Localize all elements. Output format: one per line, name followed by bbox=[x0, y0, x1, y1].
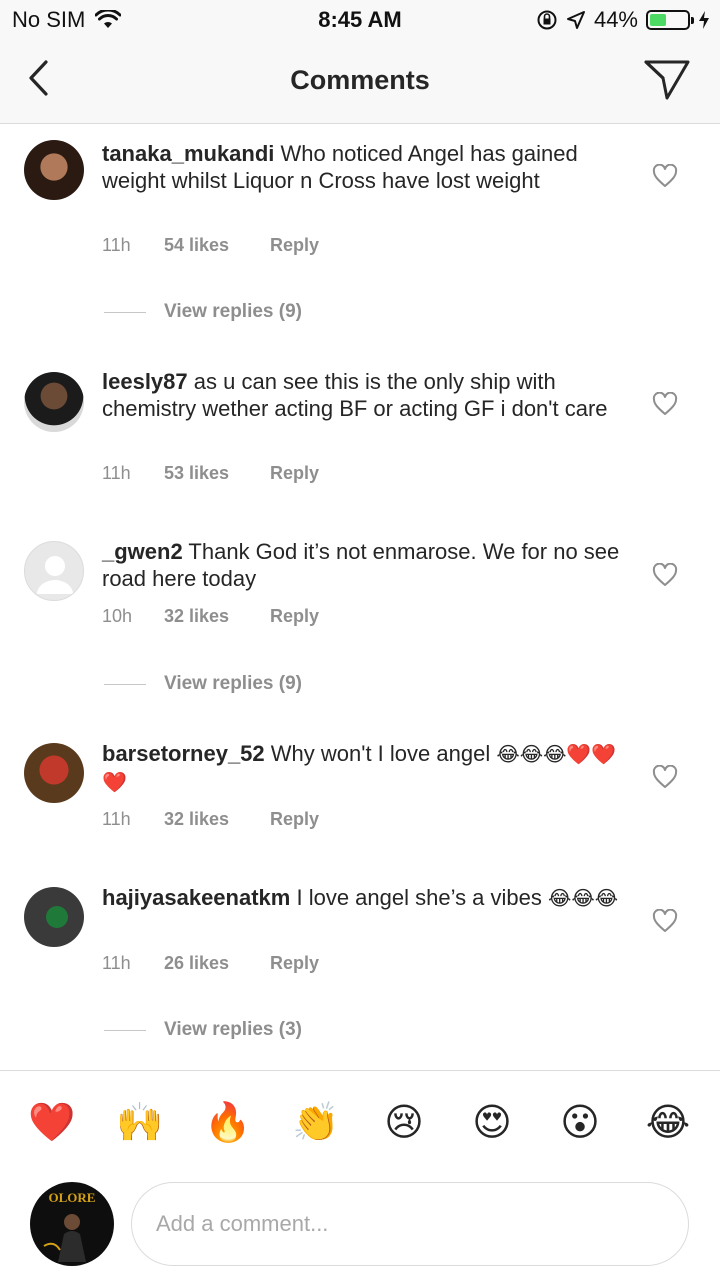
comment-meta: 11h 53 likes Reply bbox=[102, 463, 319, 484]
comment-meta: 10h 32 likes Reply bbox=[102, 606, 319, 627]
comment-input[interactable] bbox=[131, 1182, 689, 1266]
quick-emoji-heart[interactable]: ❤️ bbox=[28, 1098, 76, 1146]
avatar[interactable] bbox=[24, 140, 84, 200]
nav-bar: Comments bbox=[0, 40, 720, 124]
comment-time: 11h bbox=[102, 235, 131, 255]
comment-body: Why won't I love angel bbox=[270, 741, 491, 766]
reply-button[interactable]: Reply bbox=[270, 606, 319, 627]
default-avatar[interactable] bbox=[24, 541, 84, 601]
comment-body: I love angel she’s a vibes bbox=[296, 885, 542, 910]
comment-text: hajiyasakeenatkm I love angel she’s a vi… bbox=[102, 884, 632, 912]
replies-divider-line bbox=[104, 1029, 146, 1031]
comment-time: 10h bbox=[102, 606, 133, 626]
quick-emoji-heart-eyes[interactable]: 😍 bbox=[468, 1098, 516, 1146]
comment-likes[interactable]: 54 likes bbox=[164, 235, 270, 256]
heart-icon[interactable] bbox=[652, 164, 678, 188]
replies-divider-line bbox=[104, 311, 146, 313]
comment-username[interactable]: barsetorney_52 bbox=[102, 741, 265, 766]
avatar[interactable] bbox=[24, 743, 84, 803]
view-replies-label: View replies (9) bbox=[164, 673, 302, 694]
page-title: Comments bbox=[290, 65, 430, 95]
user-silhouette-icon bbox=[37, 556, 73, 594]
reply-button[interactable]: Reply bbox=[270, 809, 319, 830]
status-bar: No SIM 8:45 AM 44% bbox=[0, 0, 720, 40]
reply-button[interactable]: Reply bbox=[270, 463, 319, 484]
quick-emoji-raised-hands[interactable]: 🙌 bbox=[116, 1098, 164, 1146]
comment-time: 11h bbox=[102, 463, 131, 483]
comment-likes[interactable]: 53 likes bbox=[164, 463, 270, 484]
quick-emoji-laughing[interactable]: 😂 bbox=[644, 1098, 692, 1146]
comment-likes[interactable]: 26 likes bbox=[164, 953, 270, 974]
location-arrow-icon bbox=[566, 11, 585, 29]
heart-icon[interactable] bbox=[652, 765, 678, 789]
battery-icon bbox=[646, 10, 694, 30]
comment-meta: 11h 32 likes Reply bbox=[102, 809, 319, 830]
avatar[interactable] bbox=[24, 372, 84, 432]
reply-button[interactable]: Reply bbox=[270, 953, 319, 974]
replies-divider-line bbox=[104, 683, 146, 685]
quick-emoji-fire[interactable]: 🔥 bbox=[204, 1098, 252, 1146]
battery-percent: 44% bbox=[593, 7, 638, 32]
status-right: 44% bbox=[536, 7, 710, 33]
comment-likes[interactable]: 32 likes bbox=[164, 606, 270, 627]
heart-icon[interactable] bbox=[652, 563, 678, 587]
view-replies-button[interactable]: View replies (9) bbox=[104, 673, 302, 695]
quick-emoji-surprised[interactable]: 😮 bbox=[556, 1098, 604, 1146]
composer-avatar-art: OLORE bbox=[43, 1190, 96, 1262]
comment-username[interactable]: _gwen2 bbox=[102, 539, 183, 564]
comment-text: _gwen2 Thank God it’s not enmarose. We f… bbox=[102, 538, 632, 592]
comment-meta: 11h 26 likes Reply bbox=[102, 953, 319, 974]
quick-emoji-crying[interactable]: 😢 bbox=[380, 1098, 428, 1146]
view-replies-label: View replies (9) bbox=[164, 301, 302, 322]
bottom-divider bbox=[0, 1070, 720, 1071]
battery-level bbox=[650, 14, 666, 26]
charging-bolt-icon bbox=[699, 11, 709, 29]
heart-icon[interactable] bbox=[652, 909, 678, 933]
comment-text: leesly87 as u can see this is the only s… bbox=[102, 368, 632, 422]
comment-username[interactable]: leesly87 bbox=[102, 369, 188, 394]
avatar[interactable] bbox=[24, 887, 84, 947]
view-replies-label: View replies (3) bbox=[164, 1019, 302, 1040]
comment-time: 11h bbox=[102, 953, 131, 973]
quick-emoji-clapping[interactable]: 👏 bbox=[292, 1098, 340, 1146]
svg-text:OLORE: OLORE bbox=[49, 1190, 96, 1205]
orientation-lock-icon bbox=[537, 10, 557, 30]
composer-avatar[interactable]: OLORE bbox=[30, 1182, 114, 1266]
paper-plane-icon[interactable] bbox=[642, 56, 692, 102]
comment-emojis: 😂😂😂 bbox=[548, 886, 619, 910]
reply-button[interactable]: Reply bbox=[270, 235, 319, 256]
view-replies-button[interactable]: View replies (3) bbox=[104, 1019, 302, 1041]
comment-username[interactable]: hajiyasakeenatkm bbox=[102, 885, 290, 910]
comment-meta: 11h 54 likes Reply bbox=[102, 235, 319, 256]
view-replies-button[interactable]: View replies (9) bbox=[104, 301, 302, 323]
comment-text: tanaka_mukandi Who noticed Angel has gai… bbox=[102, 140, 632, 194]
comment-username[interactable]: tanaka_mukandi bbox=[102, 141, 274, 166]
quick-reaction-bar: ❤️ 🙌 🔥 👏 😢 😍 😮 😂 bbox=[0, 1098, 720, 1150]
comment-time: 11h bbox=[102, 809, 131, 829]
heart-icon[interactable] bbox=[652, 392, 678, 416]
comment-text: barsetorney_52 Why won't I love angel 😂😂… bbox=[102, 740, 632, 796]
comment-likes[interactable]: 32 likes bbox=[164, 809, 270, 830]
